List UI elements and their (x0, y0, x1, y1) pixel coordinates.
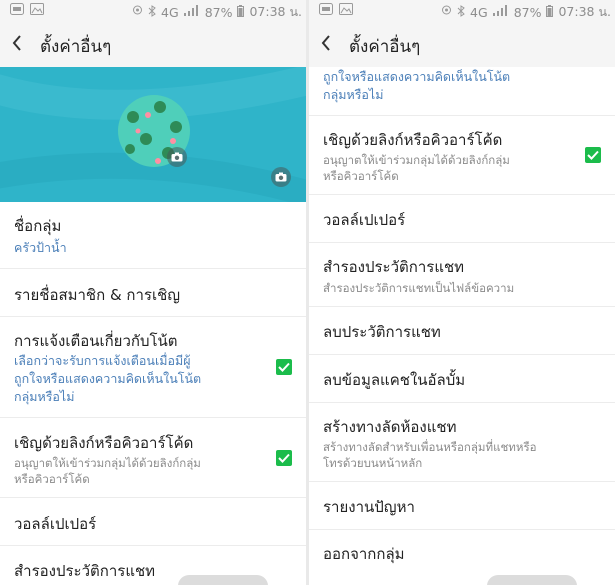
floating-bar (178, 575, 268, 585)
back-arrow-icon[interactable] (12, 34, 22, 56)
note-notification-label: การแจ้งเตือนเกี่ยวกับโน้ต (14, 332, 178, 350)
network-type: 4G (161, 4, 179, 20)
app-bar: ตั้งค่าอื่นๆ (309, 21, 615, 67)
signal-icon (183, 5, 200, 19)
note-notification-checkbox[interactable] (276, 359, 292, 375)
line-app-icon (319, 3, 333, 18)
right-screen: 4G 87% 07:38 น. ตั้งค่าอื่นๆ ถูกใจหรือแส… (309, 0, 615, 585)
invite-link-row[interactable]: เชิญด้วยลิงก์หรือคิวอาร์โค้ด อนุญาตให้เข… (0, 418, 306, 498)
battery-percent: 87% (513, 4, 542, 20)
network-type: 4G (470, 4, 488, 20)
delete-cache-label: ลบข้อมูลแคชในอัลบั้ม (323, 371, 466, 389)
leave-group-label: ออกจากกลุ่ม (323, 545, 405, 563)
group-cover-image[interactable] (0, 67, 306, 202)
chat-shortcut-row[interactable]: สร้างทางลัดห้องแชท สร้างทางลัดสำหรับเพื่… (309, 403, 615, 482)
invite-link-checkbox[interactable] (276, 450, 292, 466)
bluetooth-icon (457, 4, 465, 20)
backup-desc: สำรองประวัติการแชทเป็นไฟล์ข้อความ (323, 281, 515, 295)
gallery-icon (30, 3, 44, 18)
clock: 07:38 น. (249, 4, 302, 19)
wallpaper-row[interactable]: วอลล์เปเปอร์ (309, 195, 615, 243)
report-problem-label: รายงานปัญหา (323, 498, 415, 516)
group-name-row[interactable]: ชื่อกลุ่ม ครัวป้าน้ำ (0, 202, 306, 269)
backup-row[interactable]: สำรองประวัติการแชท สำรองประวัติการแชทเป็… (309, 243, 615, 307)
invite-link-desc-1: อนุญาตให้เข้าร่วมกลุ่มได้ด้วยลิงก์กลุ่ม (14, 456, 201, 470)
note-notification-row[interactable]: การแจ้งเตือนเกี่ยวกับโน้ต เลือกว่าจะรับก… (0, 317, 306, 418)
battery-icon (546, 4, 554, 20)
invite-link-desc-2: หรือคิวอาร์โค้ด (323, 169, 399, 183)
note-notification-desc-2: ถูกใจหรือแสดงความคิดเห็นในโน้ต (323, 69, 511, 84)
note-notification-desc-2: ถูกใจหรือแสดงความคิดเห็นในโน้ต (14, 371, 202, 386)
status-bar: 4G 87% 07:38 น. (0, 0, 306, 21)
left-screen: 4G 87% 07:38 น. ตั้งค่าอื่นๆ ชื่อกลุ่ม ค… (0, 0, 306, 585)
backup-label: สำรองประวัติการแชท (14, 562, 156, 580)
wallpaper-label: วอลล์เปเปอร์ (323, 211, 406, 229)
app-bar: ตั้งค่าอื่นๆ (0, 21, 306, 67)
delete-cache-row[interactable]: ลบข้อมูลแคชในอัลบั้ม (309, 355, 615, 403)
clock: 07:38 น. (558, 4, 611, 19)
bluetooth-icon (148, 4, 156, 20)
members-row[interactable]: รายชื่อสมาชิก & การเชิญ (0, 269, 306, 317)
signal-icon (492, 5, 509, 19)
cover-camera-icon[interactable] (271, 167, 291, 187)
location-icon (441, 5, 452, 20)
note-notification-row-partial[interactable]: ถูกใจหรือแสดงความคิดเห็นในโน้ต กลุ่มหรือ… (309, 67, 615, 116)
battery-icon (237, 4, 245, 20)
invite-link-checkbox[interactable] (585, 147, 601, 163)
note-notification-desc-3: กลุ่มหรือไม่ (14, 389, 75, 404)
delete-history-row[interactable]: ลบประวัติการแชท (309, 307, 615, 355)
page-title: ตั้งค่าอื่นๆ (40, 37, 112, 57)
line-app-icon (10, 3, 24, 18)
chat-shortcut-label: สร้างทางลัดห้องแชท (323, 418, 457, 436)
gallery-icon (339, 3, 353, 18)
page-title: ตั้งค่าอื่นๆ (349, 37, 421, 57)
invite-link-label: เชิญด้วยลิงก์หรือคิวอาร์โค้ด (323, 131, 503, 149)
note-notification-desc-1: เลือกว่าจะรับการแจ้งเตือนเมื่อมีผู้ (14, 353, 191, 368)
wallpaper-label: วอลล์เปเปอร์ (14, 515, 97, 533)
invite-link-row[interactable]: เชิญด้วยลิงก์หรือคิวอาร์โค้ด อนุญาตให้เข… (309, 116, 615, 195)
avatar-camera-icon[interactable] (167, 147, 187, 167)
chat-shortcut-desc-1: สร้างทางลัดสำหรับเพื่อนหรือกลุ่มที่แชทหร… (323, 440, 537, 454)
group-name-label: ชื่อกลุ่ม (14, 217, 62, 235)
status-bar: 4G 87% 07:38 น. (309, 0, 615, 21)
backup-label: สำรองประวัติการแชท (323, 258, 465, 276)
chat-shortcut-desc-2: โทรด้วยบนหน้าหลัก (323, 456, 423, 470)
report-problem-row[interactable]: รายงานปัญหา (309, 482, 615, 530)
floating-bar (487, 575, 577, 585)
note-notification-desc-3: กลุ่มหรือไม่ (323, 87, 384, 102)
location-icon (132, 5, 143, 20)
invite-link-desc-1: อนุญาตให้เข้าร่วมกลุ่มได้ด้วยลิงก์กลุ่ม (323, 153, 510, 167)
invite-link-desc-2: หรือคิวอาร์โค้ด (14, 472, 90, 486)
invite-link-label: เชิญด้วยลิงก์หรือคิวอาร์โค้ด (14, 434, 194, 452)
members-label: รายชื่อสมาชิก & การเชิญ (14, 286, 181, 304)
battery-percent: 87% (204, 4, 233, 20)
group-name-value: ครัวป้าน้ำ (14, 240, 67, 255)
delete-history-label: ลบประวัติการแชท (323, 323, 441, 341)
wallpaper-row[interactable]: วอลล์เปเปอร์ (0, 498, 306, 546)
back-arrow-icon[interactable] (321, 34, 331, 56)
